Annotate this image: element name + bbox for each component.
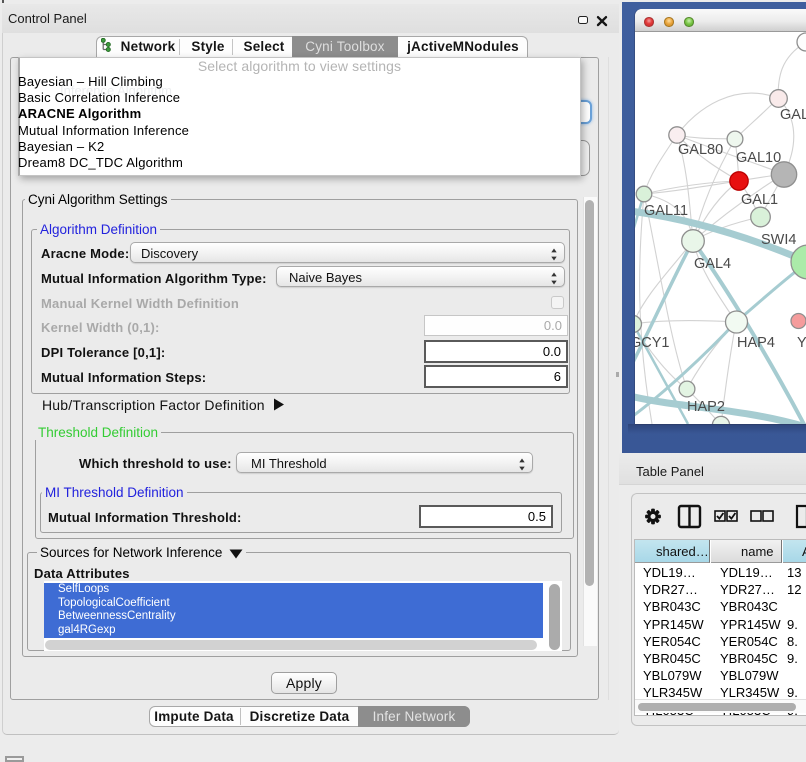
svg-text:GAL10: GAL10 [736, 150, 781, 166]
svg-text:Y: Y [797, 335, 806, 351]
svg-text:HAP4: HAP4 [737, 335, 775, 351]
svg-text:SWI4: SWI4 [761, 232, 796, 248]
svg-text:GAL80: GAL80 [678, 142, 723, 158]
svg-text:GAL: GAL [780, 107, 806, 123]
svg-text:HAP2: HAP2 [687, 399, 725, 415]
svg-text:GCY1: GCY1 [635, 335, 670, 351]
svg-text:GAL11: GAL11 [644, 203, 688, 219]
svg-text:GAL1: GAL1 [741, 192, 778, 208]
svg-text:GAL4: GAL4 [694, 256, 731, 272]
